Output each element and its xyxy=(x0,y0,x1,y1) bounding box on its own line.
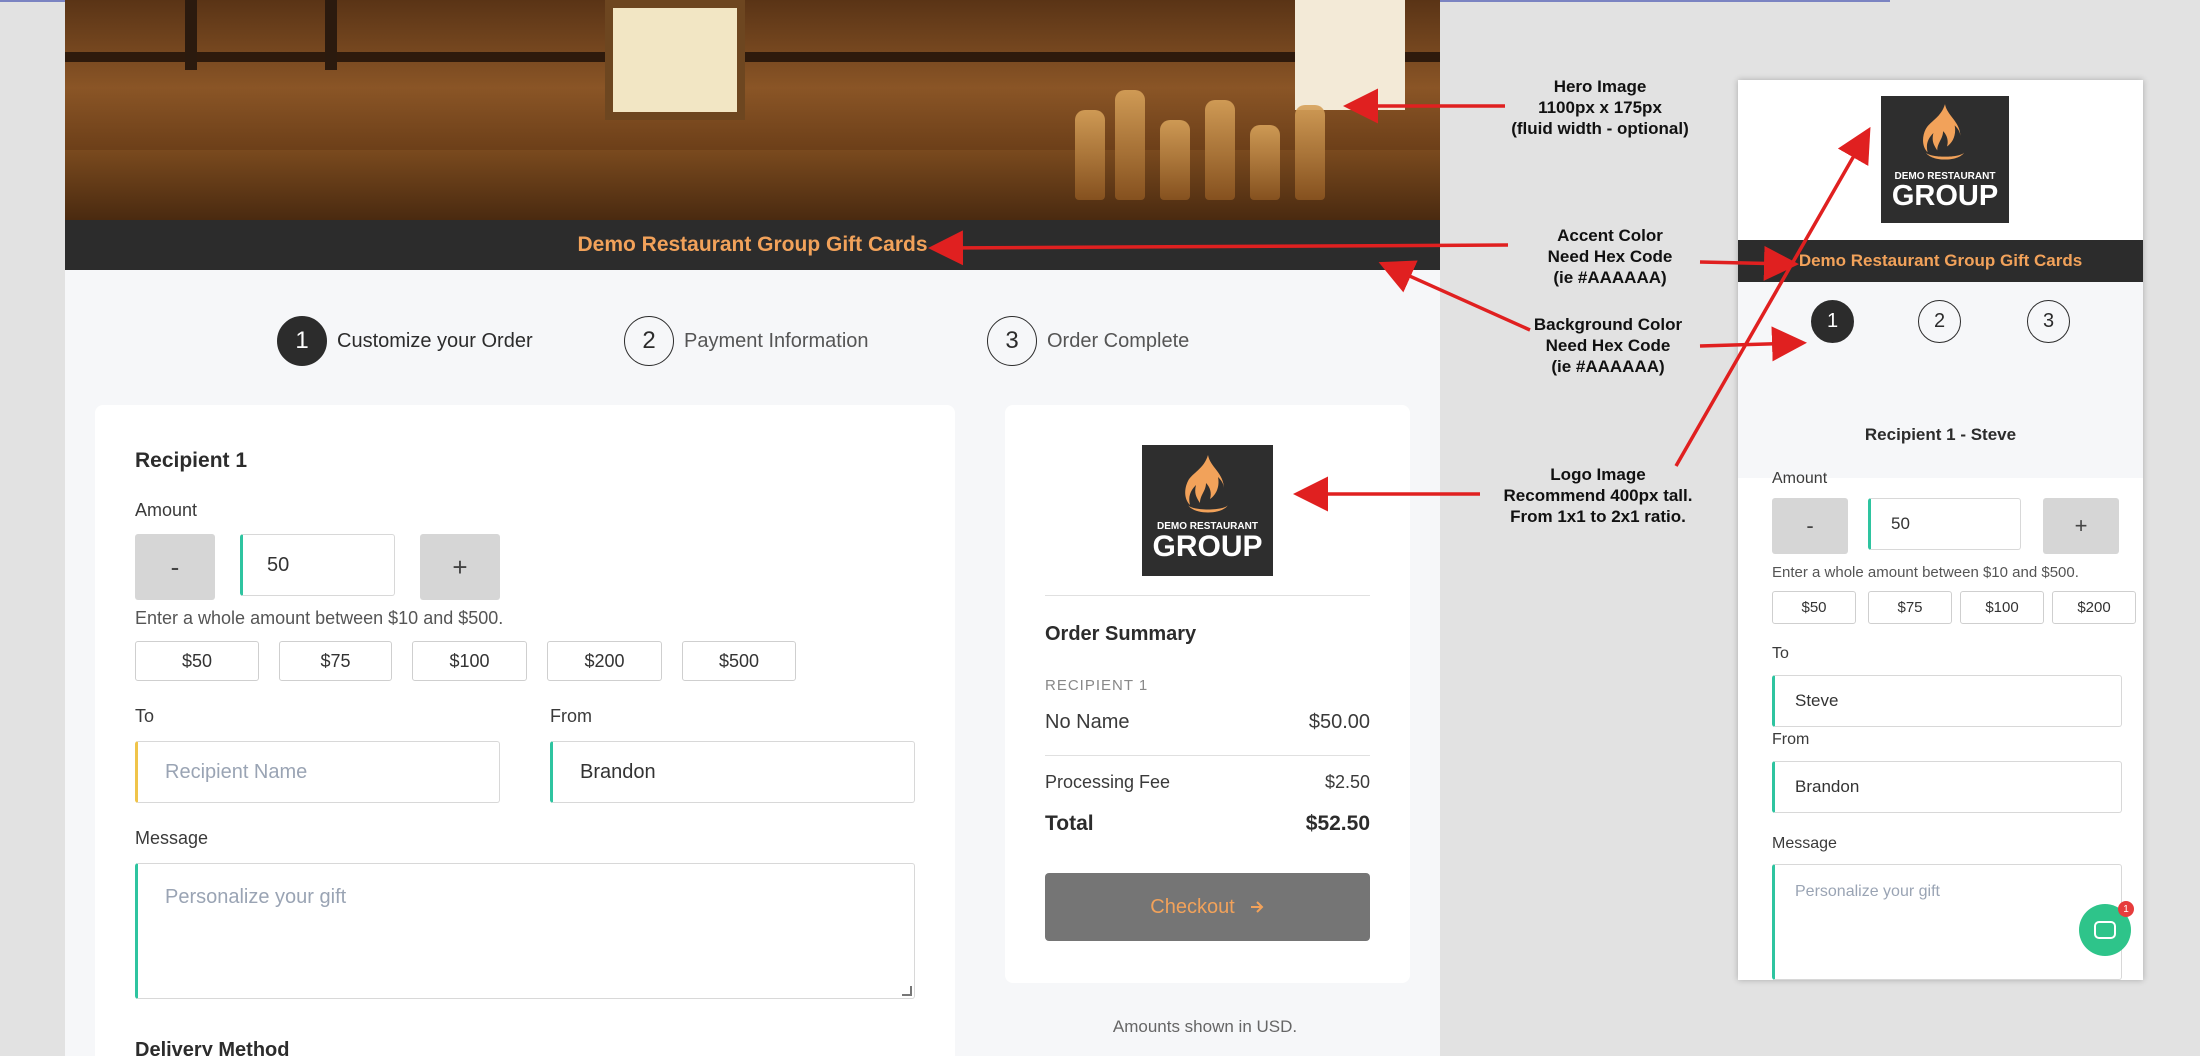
annotation-arrows xyxy=(928,88,1871,512)
arrow-bg-mobile xyxy=(1699,326,1807,362)
arrow-accent-mobile xyxy=(1699,245,1799,281)
arrow-accent-main xyxy=(928,230,1509,266)
arrow-bg-main xyxy=(1378,260,1531,332)
arrow-logo-mobile xyxy=(1674,126,1871,467)
